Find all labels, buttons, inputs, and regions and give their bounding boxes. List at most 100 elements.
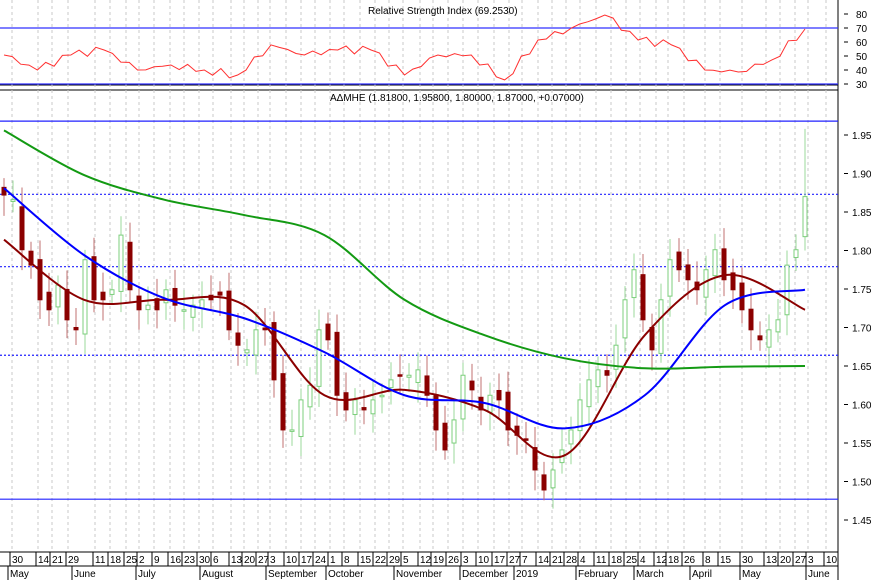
x-day-label: 17 [301,555,313,566]
x-day-label: 11 [596,555,607,566]
x-month-label: October [328,569,364,580]
x-day-label: 29 [68,555,80,566]
x-day-label: 10 [286,555,298,566]
candle-up [244,349,250,354]
candle-up [370,399,376,415]
price-title: ΑΔΜΗΕ (1.81800, 1.95800, 1.80000, 1.8700… [330,93,584,104]
candle-up [352,399,358,416]
x-day-label: 20 [780,555,792,566]
x-day-label: 8 [344,555,350,566]
price-y-label: 1.80 [852,247,872,258]
x-month-label: July [138,569,156,580]
candle-up [109,289,115,295]
candle-down [226,290,232,331]
x-month-label: May [10,569,29,580]
x-month-label: February [578,569,618,580]
x-day-label: 30 [12,555,24,566]
x-month-label: May [742,569,761,580]
x-day-label: 17 [494,555,506,566]
x-axis: 30 14 21 29 11 18 25 2 9 16 23 30 6 13 20 27 3 10 17 24 1 8 15… [0,552,838,580]
candle-down [748,308,754,331]
candle-down [757,335,763,341]
candle-down [541,474,547,491]
candle-down [136,295,142,311]
x-day-label: 23 [184,555,196,566]
rsi-y-label: 60 [856,38,868,49]
x-day-label: 14 [38,555,50,566]
x-day-label: 11 [95,555,106,566]
candle-up [181,309,187,312]
x-day-label: 1 [330,555,336,566]
x-month-label: June [808,569,830,580]
price-y-label: 1.75 [852,285,872,296]
x-day-label: 22 [375,555,387,566]
candle-down [325,323,331,341]
candle-down [46,291,52,311]
x-day-label: 3 [463,555,469,566]
candle-down [19,206,25,251]
x-day-label: 15 [360,555,372,566]
candle-down [343,392,349,411]
candle-up [145,304,151,311]
candle-down [100,291,106,301]
candle-up [631,269,637,299]
candle-up [802,196,808,238]
x-day-label: 16 [170,555,182,566]
price-y-label: 1.70 [852,324,872,335]
candle-up [199,299,205,309]
stock-chart: Relative Strength Index (69.2530) ΑΔΜΗΕ … [0,0,872,580]
candle-up [388,379,394,389]
x-day-label: 29 [389,555,401,566]
candle-down [604,370,610,376]
candle-up [550,469,556,489]
candle-down [361,407,367,411]
candle-up [667,259,673,297]
x-day-label: 13 [231,555,243,566]
price-y-label: 1.95 [852,131,872,142]
x-month-label: March [636,569,664,580]
candle-down [649,326,655,351]
y-axis: 80 70 60 50 40 30 1.95 1.90 1.85 1.80 1.75 1.70 1.65… [844,10,872,527]
x-day-label: 13 [766,555,778,566]
candle-down [469,380,475,391]
x-day-label: 19 [433,555,445,566]
rsi-y-label: 30 [856,80,868,91]
rsi-y-label: 50 [856,52,868,63]
x-month-label: September [268,569,318,580]
candle-up [586,379,592,408]
candle-down [685,264,691,281]
price-y-label: 1.85 [852,208,872,219]
candle-down [262,327,268,331]
x-day-label: 27 [795,555,807,566]
candle-up [55,284,61,308]
x-day-label: 2 [139,555,145,566]
x-day-label: 15 [720,555,732,566]
candle-up [775,319,781,333]
x-day-label: 30 [199,555,211,566]
candle-down [640,274,646,321]
candle-down [217,291,223,296]
candle-down [73,326,79,331]
candle-down [37,259,43,301]
x-day-label: 6 [213,555,219,566]
x-day-label: 3 [808,555,814,566]
rsi-y-label: 80 [856,10,868,21]
x-day-label: 5 [403,555,409,566]
candle-up [595,369,601,388]
x-day-label: 18 [110,555,122,566]
x-day-label: 4 [580,555,586,566]
candle-down [334,331,340,396]
candle-down [280,373,286,431]
candle-up [460,374,466,420]
price-y-label: 1.65 [852,362,872,373]
rsi-y-label: 40 [856,66,868,77]
candle-up [712,249,718,277]
grid-lines [0,0,839,580]
x-day-label: 21 [552,555,564,566]
x-month-label: November [396,569,443,580]
candle-up [289,429,295,432]
x-month-label: August [202,569,233,580]
x-day-label: 25 [626,555,638,566]
x-day-label: 25 [126,555,138,566]
x-day-label: 26 [448,555,460,566]
